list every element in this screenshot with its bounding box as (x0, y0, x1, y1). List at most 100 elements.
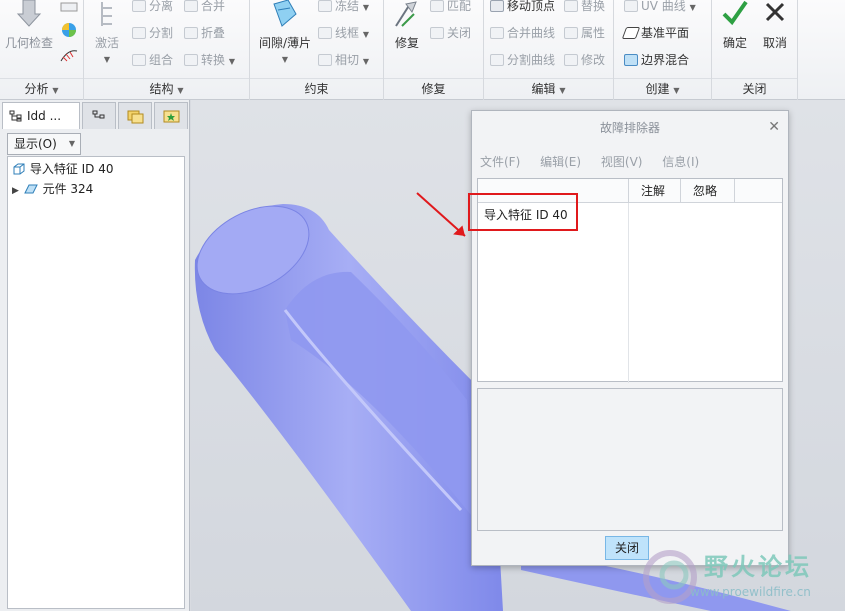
modify-button[interactable]: 修改 (564, 51, 605, 68)
group-constraint: 间隙/薄片 ▼ 冻结 ▼ 线框 ▼ 相切 ▼ 约束 (250, 0, 384, 100)
detail-pane (477, 388, 783, 531)
model-tree: 导入特征 ID 40 ▶ 元件 324 (7, 156, 185, 609)
repair-button[interactable]: 修复 (390, 0, 424, 51)
watermark-title: 野火论坛 (704, 553, 812, 581)
group-close: 确定 取消 关闭 (712, 0, 798, 100)
favorites-folder-icon (163, 110, 180, 123)
ribbon: 几何检查 分析 ▼ 激活 ▼ 分离 合并 分割 折叠 组合 转换 ▼ 结构 ▼ 间… (0, 0, 845, 100)
tab-favorites[interactable] (154, 102, 188, 129)
group-label-constraint: 约束 (250, 78, 383, 100)
column-header-ignore[interactable]: 忽略 (680, 179, 734, 203)
merge-icon (184, 0, 198, 12)
group-label-structure[interactable]: 结构 ▼ (84, 78, 249, 100)
model-tree-panel: Idd ... 显示(O) ▼ 导入特征 ID 40 ▶ 元件 324 (0, 100, 190, 611)
activate-button[interactable]: 激活 ▼ (90, 0, 124, 65)
tree-item-component[interactable]: ▶ 元件 324 (12, 180, 93, 197)
freeze-icon (318, 0, 332, 12)
curvature-analysis-icon[interactable] (60, 47, 78, 63)
convert-button[interactable]: 转换 ▼ (184, 51, 235, 68)
cancel-x-icon (765, 2, 785, 22)
tab-folder-browser[interactable] (118, 102, 152, 129)
split-button[interactable]: 分割 (132, 24, 173, 41)
move-vertex-button[interactable]: 移动顶点 (490, 0, 555, 14)
fold-button[interactable]: 折叠 (184, 24, 225, 41)
group-label-analysis[interactable]: 分析 ▼ (0, 78, 83, 100)
close-small-icon (430, 27, 444, 39)
activate-icon (101, 2, 112, 26)
group-button[interactable]: 组合 (132, 51, 173, 68)
boundary-blend-button[interactable]: 边界混合 (624, 51, 689, 68)
split-icon (132, 27, 146, 39)
watermark-url: www.proewildfire.cn (690, 585, 811, 599)
column-header-note[interactable]: 注解 (628, 179, 680, 203)
chevron-down-icon: ▼ (68, 139, 75, 148)
dialog-title: 故障排除器 (599, 121, 660, 135)
group-repair: 修复 匹配 关闭 修复 (384, 0, 484, 100)
replace-icon (564, 0, 578, 12)
datum-plane-icon (621, 27, 641, 39)
tree-item-import-feature[interactable]: 导入特征 ID 40 (12, 160, 114, 177)
separate-icon (132, 0, 146, 12)
separate-button[interactable]: 分离 (132, 0, 173, 14)
checkmark-icon (722, 0, 748, 26)
datum-plane-button[interactable]: 基准平面 (621, 24, 689, 41)
properties-icon (564, 27, 578, 39)
geometry-check-icon (16, 0, 42, 27)
analysis-icon-1[interactable] (60, 2, 78, 12)
split-curve-button[interactable]: 分割曲线 (490, 51, 555, 68)
cancel-button[interactable]: 取消 (758, 0, 792, 51)
group-edit: 移动顶点 替换 合并曲线 属性 分割曲线 修改 编辑 ▼ (484, 0, 614, 100)
convert-icon (184, 54, 198, 66)
group-label-create[interactable]: 创建 ▼ (614, 78, 711, 100)
match-button[interactable]: 匹配 (430, 0, 471, 14)
tangent-icon (318, 54, 332, 66)
geometry-check-button[interactable]: 几何检查 (4, 0, 54, 51)
gap-sheet-icon (273, 0, 297, 27)
folder-browser-icon (127, 110, 144, 124)
wireframe-icon (318, 27, 332, 39)
split-curve-icon (490, 54, 504, 66)
column-header-blank (734, 179, 782, 203)
move-vertex-icon (490, 0, 504, 12)
tab-layer-tree[interactable] (82, 102, 116, 129)
merge-curve-button[interactable]: 合并曲线 (490, 24, 555, 41)
replace-button[interactable]: 替换 (564, 0, 605, 14)
wireframe-button[interactable]: 线框 ▼ (318, 24, 369, 41)
expand-arrow-icon[interactable]: ▶ (12, 186, 19, 196)
column-divider (628, 203, 629, 383)
dialog-close-icon[interactable]: ✕ (768, 119, 780, 135)
boundary-blend-icon (624, 54, 638, 66)
show-dropdown[interactable]: 显示(O) ▼ (7, 133, 81, 155)
close-small-button[interactable]: 关闭 (430, 24, 471, 41)
properties-button[interactable]: 属性 (564, 24, 605, 41)
menu-edit[interactable]: 编辑(E) (540, 155, 581, 169)
layer-tree-icon (92, 110, 105, 119)
merge-curve-icon (490, 27, 504, 39)
freeze-button[interactable]: 冻结 ▼ (318, 0, 369, 14)
watermark: 野火论坛 www.proewildfire.cn (632, 541, 845, 611)
troubleshooter-dialog: 故障排除器 ✕ 文件(F) 编辑(E) 视图(V) 信息(I) 注解 忽略 导入… (471, 110, 789, 566)
uv-curve-icon (624, 0, 638, 12)
red-highlight-box (468, 193, 578, 231)
gap-sheet-button[interactable]: 间隙/薄片 ▼ (254, 0, 316, 65)
repair-icon (395, 1, 417, 27)
menu-view[interactable]: 视图(V) (601, 155, 643, 169)
component-icon (23, 184, 38, 194)
group-label-close: 关闭 (712, 78, 797, 100)
tab-model-tree[interactable]: Idd ... (2, 102, 80, 129)
ok-button[interactable]: 确定 (718, 0, 752, 51)
modify-icon (564, 54, 578, 66)
fold-icon (184, 27, 198, 39)
group-label-edit[interactable]: 编辑 ▼ (484, 78, 613, 100)
match-icon (430, 0, 444, 12)
color-analysis-icon[interactable] (60, 22, 78, 38)
menu-file[interactable]: 文件(F) (480, 155, 520, 169)
merge-button[interactable]: 合并 (184, 0, 225, 14)
group-create: UV 曲线 ▼ 基准平面 边界混合 创建 ▼ (614, 0, 712, 100)
panel-tabs: Idd ... (0, 100, 190, 130)
menu-info[interactable]: 信息(I) (662, 155, 699, 169)
group-icon (132, 54, 146, 66)
tangent-button[interactable]: 相切 ▼ (318, 51, 369, 68)
uv-curve-button[interactable]: UV 曲线 ▼ (624, 0, 696, 14)
import-feature-icon (13, 163, 25, 175)
